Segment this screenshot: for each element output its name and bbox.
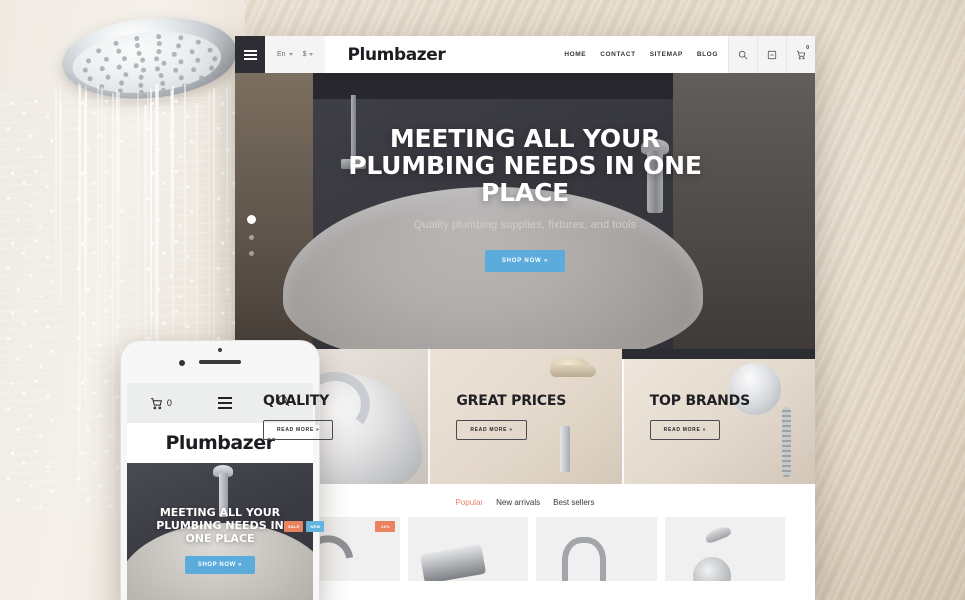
- product-image: [562, 537, 606, 581]
- site-header: En $ Plumbazer HOME CONTACT SITEMAP BLOG: [235, 36, 815, 73]
- tab-new-arrivals[interactable]: New arrivals: [496, 498, 540, 507]
- logo-text: Plumbazer: [166, 432, 275, 454]
- panel-top-strip: [622, 349, 815, 359]
- main-nav: HOME CONTACT SITEMAP BLOG: [459, 36, 728, 73]
- product-image: [419, 544, 485, 581]
- product-image-base: [693, 557, 731, 581]
- phone-hero-title-line2: PLUMBING NEEDS IN: [137, 520, 303, 533]
- hero-title-line1: MEETING ALL YOUR: [291, 125, 759, 152]
- product-card[interactable]: [665, 517, 786, 581]
- nav-item-contact[interactable]: CONTACT: [600, 51, 636, 58]
- hero-title-line3: PLACE: [291, 179, 759, 206]
- search-icon[interactable]: [728, 36, 757, 73]
- tab-popular[interactable]: Popular: [456, 498, 484, 507]
- hero-copy: MEETING ALL YOUR PLUMBING NEEDS IN ONE P…: [235, 125, 815, 272]
- nav-item-home[interactable]: HOME: [564, 51, 586, 58]
- feature-great-prices[interactable]: GREAT PRICES READ MORE »: [428, 349, 621, 484]
- read-more-button[interactable]: READ MORE »: [650, 420, 720, 440]
- badge-sale: SALE: [284, 521, 303, 532]
- panel-divider: [428, 349, 430, 484]
- language-select[interactable]: En: [277, 51, 293, 58]
- feature-title: QUALITY: [263, 393, 428, 409]
- site-logo[interactable]: Plumbazer: [325, 36, 459, 73]
- phone-speaker: [199, 360, 241, 364]
- discount-badge: -10%: [375, 521, 394, 532]
- hero-subtitle: Quality plumbing supplies, fixtures, and…: [291, 219, 759, 231]
- phone-shop-now-button[interactable]: SHOP NOW »: [185, 556, 255, 574]
- cart-count: 0: [806, 45, 809, 51]
- chevron-down-icon: [309, 53, 313, 56]
- feature-top-brands[interactable]: TOP BRANDS READ MORE »: [622, 349, 815, 484]
- phone-sensor: [218, 348, 222, 352]
- slider-dot-1[interactable]: [247, 215, 256, 224]
- hamburger-icon[interactable]: [235, 36, 265, 73]
- nav-item-blog[interactable]: BLOG: [697, 51, 718, 58]
- phone-screen: 0 Plumbazer MEETING ALL YOUR PLUMBING NE…: [127, 383, 313, 600]
- feature-title: TOP BRANDS: [650, 393, 815, 409]
- product-card[interactable]: [536, 517, 657, 581]
- cart-icon[interactable]: 0: [786, 36, 815, 73]
- language-value: En: [277, 51, 286, 58]
- compare-icon[interactable]: [757, 36, 786, 73]
- feature-panels: QUALITY READ MORE » GREAT PRICES READ MO…: [235, 349, 815, 484]
- tab-best-sellers[interactable]: Best sellers: [553, 498, 594, 507]
- phone-hero-title-line3: ONE PLACE: [137, 533, 303, 546]
- products-section: Popular New arrivals Best sellers SALE N…: [235, 484, 815, 600]
- product-card[interactable]: [408, 517, 529, 581]
- cart-icon[interactable]: 0: [150, 397, 172, 410]
- locale-selectors: En $: [265, 36, 325, 73]
- hero-title-line2: PLUMBING NEEDS IN ONE: [291, 152, 759, 179]
- desktop-mockup: En $ Plumbazer HOME CONTACT SITEMAP BLOG: [235, 36, 815, 600]
- header-icons: 0: [728, 36, 815, 73]
- slider-dot-3[interactable]: [249, 251, 254, 256]
- phone-hero-copy: MEETING ALL YOUR PLUMBING NEEDS IN ONE P…: [127, 507, 313, 574]
- read-more-button[interactable]: READ MORE »: [263, 420, 333, 440]
- nav-item-sitemap[interactable]: SITEMAP: [650, 51, 683, 58]
- badge-new: NEW: [306, 521, 324, 532]
- product-tabs: Popular New arrivals Best sellers: [235, 498, 815, 507]
- logo-text: Plumbazer: [347, 45, 445, 65]
- product-grid: SALE NEW -10%: [235, 507, 815, 581]
- slider-dot-2[interactable]: [249, 235, 254, 240]
- hero-slider: MEETING ALL YOUR PLUMBING NEEDS IN ONE P…: [235, 73, 815, 349]
- hero-title: MEETING ALL YOUR PLUMBING NEEDS IN ONE P…: [291, 125, 759, 206]
- shop-now-button[interactable]: SHOP NOW »: [485, 250, 565, 272]
- vintage-tap: [560, 426, 570, 472]
- shower-hose: [782, 407, 791, 477]
- chevron-down-icon: [289, 53, 293, 56]
- product-badges: SALE NEW: [284, 521, 324, 532]
- phone-top-bezel: [121, 341, 319, 383]
- phone-hero-title: MEETING ALL YOUR PLUMBING NEEDS IN ONE P…: [137, 507, 303, 546]
- cart-count: 0: [167, 398, 172, 408]
- panel-divider: [622, 349, 624, 484]
- feature-title: GREAT PRICES: [456, 393, 621, 409]
- slider-dots: [247, 215, 256, 256]
- read-more-button[interactable]: READ MORE »: [456, 420, 526, 440]
- currency-select[interactable]: $: [303, 51, 314, 58]
- product-image: [703, 525, 731, 545]
- phone-mockup: 0 Plumbazer MEETING ALL YOUR PLUMBING NE…: [120, 340, 320, 600]
- currency-value: $: [303, 51, 307, 58]
- phone-camera: [179, 360, 185, 366]
- vintage-crossbar: [550, 365, 596, 377]
- hamburger-icon[interactable]: [218, 402, 232, 404]
